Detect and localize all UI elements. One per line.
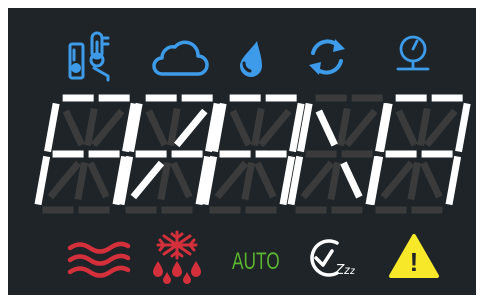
segment-k: [380, 160, 415, 200]
segment-digit-5: [367, 94, 471, 214]
segment-l: [74, 161, 88, 201]
segment-h: [62, 109, 85, 147]
sleep-zzz-text: Zzz: [334, 261, 355, 278]
segment-f: [44, 102, 60, 153]
segment-digit-2: [117, 94, 221, 214]
segment-digit-3: [201, 94, 305, 214]
warning-icon: !: [389, 234, 439, 278]
segment-l: [157, 161, 171, 201]
segment-h: [229, 109, 252, 147]
segment-h: [395, 109, 418, 147]
segment-i: [167, 107, 181, 147]
segment-k: [300, 160, 335, 200]
segment-j: [174, 108, 208, 148]
segment-l: [327, 161, 341, 201]
warning-exclamation: !: [410, 247, 419, 277]
segment-k: [47, 160, 82, 200]
segment-i: [251, 107, 265, 147]
sleep-timer-icon: Zzz: [310, 239, 355, 278]
segment-m: [254, 161, 277, 199]
segment-l: [407, 161, 421, 201]
segment-j: [424, 108, 458, 148]
segment-k: [214, 160, 249, 200]
segment-j: [344, 108, 378, 148]
auto-mode-label: AUTO: [232, 248, 280, 275]
segment-m: [420, 161, 443, 199]
segment-e: [34, 155, 51, 206]
segment-j: [258, 108, 292, 148]
segment-f: [377, 102, 393, 153]
segment-h: [315, 109, 338, 147]
defrost-icon: [153, 230, 201, 284]
segment-j: [91, 108, 125, 148]
segment-i: [417, 107, 431, 147]
segment-c: [445, 155, 462, 206]
segment-h: [145, 109, 168, 147]
segment-m: [87, 161, 110, 199]
segment-l: [241, 161, 255, 201]
segment-i: [84, 107, 98, 147]
segment-m: [340, 161, 363, 199]
segment-i: [337, 107, 351, 147]
segment-b: [455, 102, 471, 153]
segment-e: [367, 155, 384, 206]
segment-k: [130, 160, 165, 200]
segment-m: [170, 161, 193, 199]
heating-waves-icon: [67, 241, 131, 278]
